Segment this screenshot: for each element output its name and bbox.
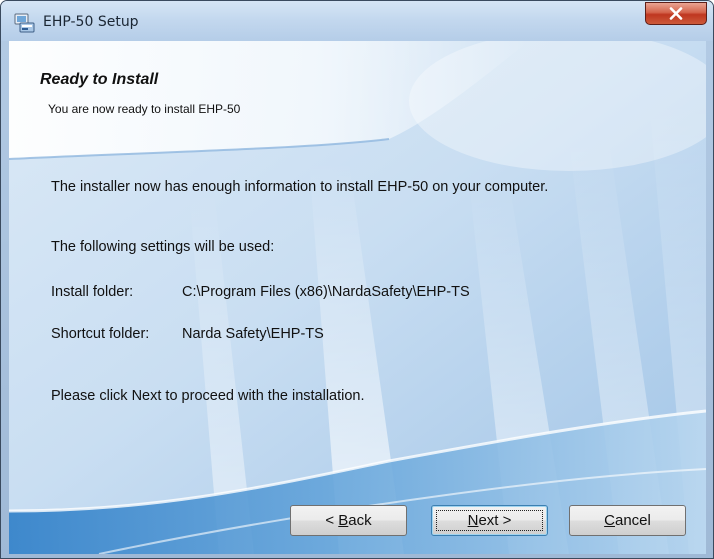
close-button[interactable] [645, 2, 707, 25]
page-title: Ready to Install [40, 71, 159, 88]
next-button-label: Next > [467, 512, 512, 529]
page-subtitle: You are now ready to install EHP-50 [48, 102, 241, 116]
setup-window: EHP-50 Setup Ready to Install You are no… [0, 0, 714, 559]
shortcut-folder-value: Narda Safety\EHP-TS [182, 326, 324, 342]
intro-text: The installer now has enough information… [51, 179, 549, 195]
cancel-button[interactable]: Cancel [569, 505, 686, 536]
cancel-button-label: Cancel [604, 512, 651, 529]
install-folder-value: C:\Program Files (x86)\NardaSafety\EHP-T… [182, 284, 470, 300]
title-bar[interactable]: EHP-50 Setup [1, 1, 713, 41]
back-button[interactable]: < Back [290, 505, 407, 536]
next-button[interactable]: Next > [431, 505, 548, 536]
installer-panel: Ready to Install You are now ready to in… [9, 41, 706, 554]
install-folder-label: Install folder: [51, 284, 134, 300]
shortcut-folder-label: Shortcut folder: [51, 326, 150, 342]
close-icon [669, 7, 683, 20]
back-button-label: < Back [325, 512, 372, 529]
setup-app-icon [14, 13, 36, 33]
settings-heading: The following settings will be used: [51, 239, 275, 255]
window-title: EHP-50 Setup [43, 14, 139, 30]
proceed-text: Please click Next to proceed with the in… [51, 388, 365, 404]
